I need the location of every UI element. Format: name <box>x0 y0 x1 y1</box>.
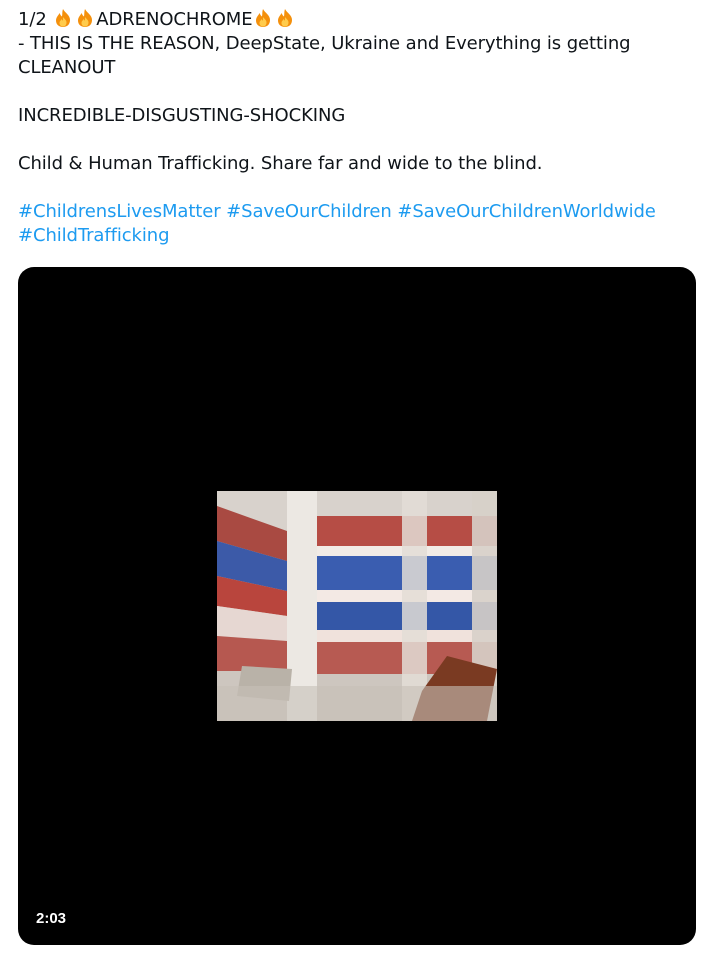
hashtag-line: #ChildTrafficking <box>18 224 698 248</box>
hashtag-link[interactable]: #ChildTrafficking <box>18 225 170 246</box>
tweet-line-reason: - THIS IS THE REASON, DeepState, Ukraine… <box>18 33 631 54</box>
hashtag-link[interactable]: #SaveOurChildren <box>226 201 392 222</box>
video-frame <box>217 491 497 721</box>
tweet-line-title: 1/2 ADRENOCHROME <box>18 8 698 32</box>
video-duration: 2:03 <box>30 908 73 929</box>
fire-icon <box>78 9 93 27</box>
tweet-title: ADRENOCHROME <box>96 9 253 30</box>
hashtag-link[interactable]: #SaveOurChildrenWorldwide <box>397 201 656 222</box>
fire-icon <box>256 9 271 27</box>
tweet-line-shocking: INCREDIBLE-DISGUSTING-SHOCKING <box>18 105 346 126</box>
tweet-line-trafficking: Child & Human Trafficking. Share far and… <box>18 153 543 174</box>
tweet-line-cleanout: CLEANOUT <box>18 57 116 78</box>
hashtag-link[interactable]: #ChildrensLivesMatter <box>18 201 221 222</box>
thread-counter: 1/2 <box>18 9 53 30</box>
fire-icon <box>56 9 71 27</box>
fire-icon <box>278 9 293 27</box>
hashtag-line: #ChildrensLivesMatter #SaveOurChildren #… <box>18 200 698 224</box>
tweet-text: 1/2 ADRENOCHROME - THIS IS THE REASON, D… <box>18 8 698 248</box>
video-thumbnail <box>217 491 497 721</box>
video-player[interactable]: 2:03 <box>18 267 696 945</box>
